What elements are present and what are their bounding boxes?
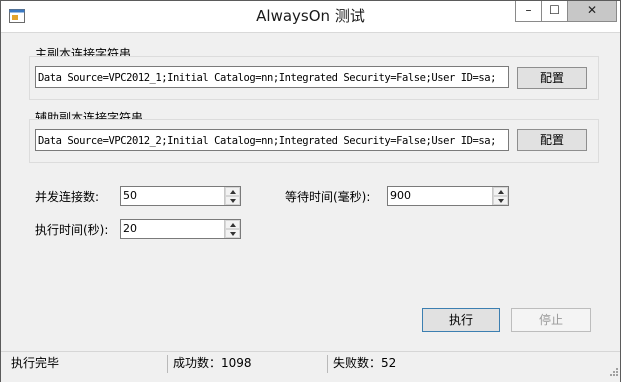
exec-time-down-button[interactable] [225,229,240,238]
stop-button[interactable]: 停止 [511,308,591,332]
exec-time-value: 20 [123,222,137,235]
chevron-up-icon [498,190,504,194]
status-success-count: 成功数：1098 [173,356,252,370]
title-bar: AlwaysOn 测试 – ☐ ✕ [1,1,620,33]
chevron-down-icon [498,199,504,203]
chevron-down-icon [230,232,236,236]
wait-time-value: 900 [390,189,411,202]
status-bar: 执行完毕 成功数：1098 失败数：52 [1,351,620,382]
exec-time-up-button[interactable] [225,220,240,229]
chevron-up-icon [230,223,236,227]
concurrency-value: 50 [123,189,137,202]
resize-grip-icon[interactable] [608,366,618,376]
concurrency-spinner [224,187,240,205]
status-separator [327,355,328,373]
wait-time-spinner [492,187,508,205]
primary-configure-button[interactable]: 配置 [517,67,587,89]
concurrency-label: 并发连接数: [35,190,100,204]
maximize-button[interactable]: ☐ [541,1,568,22]
secondary-connection-input[interactable]: Data Source=VPC2012_2;Initial Catalog=nn… [35,129,509,151]
secondary-configure-button[interactable]: 配置 [517,129,587,151]
execute-button[interactable]: 执行 [422,308,500,332]
concurrency-up-button[interactable] [225,187,240,196]
wait-time-down-button[interactable] [493,196,508,205]
exec-time-stepper[interactable]: 20 [120,219,241,239]
wait-time-label: 等待时间(毫秒): [285,190,371,204]
minimize-button[interactable]: – [515,1,542,22]
close-button[interactable]: ✕ [567,1,617,22]
chevron-up-icon [230,190,236,194]
exec-time-spinner [224,220,240,238]
primary-connection-input[interactable]: Data Source=VPC2012_1;Initial Catalog=nn… [35,66,509,88]
concurrency-down-button[interactable] [225,196,240,205]
exec-time-label: 执行时间(秒): [35,223,109,237]
wait-time-up-button[interactable] [493,187,508,196]
status-state: 执行完毕 [11,356,60,370]
status-failure-count: 失败数：52 [333,356,397,370]
chevron-down-icon [230,199,236,203]
wait-time-stepper[interactable]: 900 [387,186,509,206]
app-window: AlwaysOn 测试 – ☐ ✕ 主副本连接字符串 Data Source=V… [0,0,621,382]
status-separator [167,355,168,373]
concurrency-stepper[interactable]: 50 [120,186,241,206]
